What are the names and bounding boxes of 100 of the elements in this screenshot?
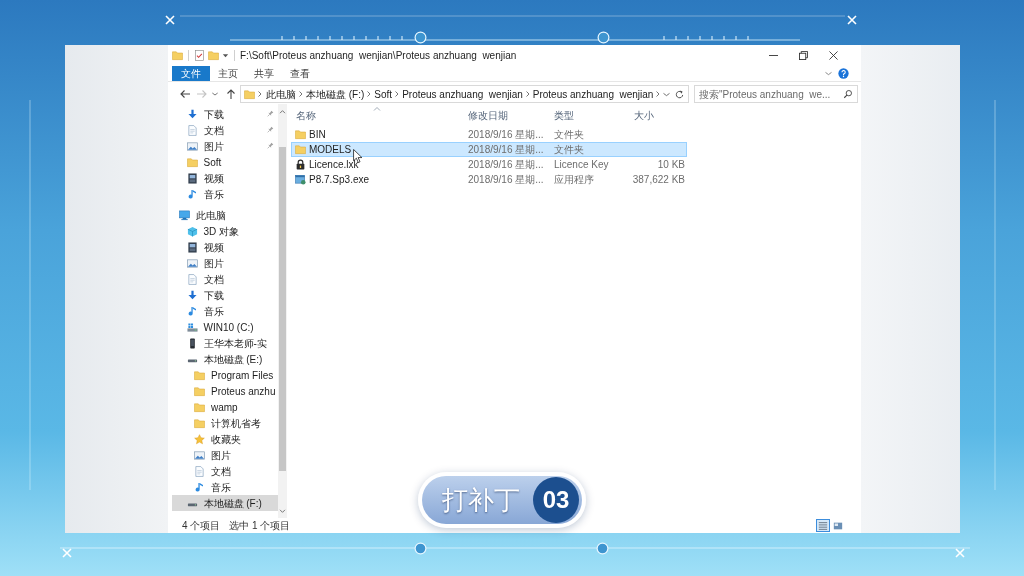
nav-item[interactable]: 下载: [172, 106, 278, 122]
caret-down-icon[interactable]: [222, 52, 229, 59]
column-header[interactable]: 大小: [634, 110, 654, 122]
file-row[interactable]: P8.7.Sp3.exe 2018/9/16 星期... 应用程序 387,622 KB: [291, 172, 687, 187]
nav-item[interactable]: 下载: [172, 287, 278, 303]
up-arrow-icon[interactable]: [225, 88, 237, 100]
file-size: 10 KB: [657, 158, 685, 171]
column-header[interactable]: 修改日期: [468, 110, 508, 122]
breadcrumb[interactable]: 此电脑: [265, 86, 297, 102]
folder-icon: [194, 417, 205, 429]
chevron-right-icon[interactable]: [524, 89, 531, 99]
file-row[interactable]: BIN 2018/9/16 星期... 文件夹: [291, 127, 687, 142]
document-icon: [186, 273, 198, 285]
chevron-right-icon[interactable]: [257, 89, 263, 99]
chevron-right-icon[interactable]: [298, 89, 304, 99]
music-note-icon: [186, 188, 198, 200]
nav-item[interactable]: Proteus anzhu: [172, 383, 278, 399]
music-note-icon: [194, 481, 205, 493]
cube-icon: [186, 225, 198, 237]
list-lines-icon: [818, 520, 828, 531]
nav-item[interactable]: 图片: [172, 138, 278, 154]
nav-item[interactable]: 文档: [172, 463, 278, 479]
selection-count: 选中 1 个项目: [229, 519, 291, 533]
nav-item[interactable]: 王华本老师-实: [172, 335, 278, 351]
ribbon-tab[interactable]: 文件: [172, 66, 210, 81]
restore-icon: [798, 51, 808, 60]
download-arrow-icon: [186, 289, 198, 301]
file-row[interactable]: Licence.lxk 2018/9/16 星期... Licence Key 10 KB: [291, 157, 687, 172]
window-title: F:\Soft\Proteus anzhuang wenjian\Proteus anzhuang wenjian: [240, 49, 517, 63]
properties-icon[interactable]: [194, 50, 205, 61]
chevron-right-icon[interactable]: [655, 89, 662, 99]
nav-item[interactable]: 文档: [172, 122, 278, 138]
music-note-icon: [186, 305, 198, 317]
picture-icon: [833, 520, 843, 531]
chevron-right-icon[interactable]: [366, 89, 373, 99]
scrollbar-track[interactable]: [278, 104, 287, 518]
nav-item[interactable]: 本地磁盘 (F:): [172, 495, 278, 511]
date-modified: 2018/9/16 星期...: [468, 158, 544, 171]
folder-icon: [295, 144, 306, 155]
nav-item[interactable]: WIN10 (C:): [172, 319, 278, 335]
step-number: 03: [533, 477, 579, 523]
cross-mark-icon: [165, 15, 175, 25]
cross-mark-icon: [847, 15, 857, 25]
ribbon-tab[interactable]: 查看: [282, 66, 318, 81]
back-arrow-icon[interactable]: [179, 88, 191, 100]
star-icon: [194, 433, 205, 445]
file-name: Licence.lxk: [309, 158, 359, 171]
search-field[interactable]: 搜索"Proteus anzhuang we...: [694, 85, 858, 103]
nav-item[interactable]: 音乐: [172, 186, 278, 202]
nav-item[interactable]: 音乐: [172, 303, 278, 319]
breadcrumb[interactable]: 本地磁盘 (F:): [305, 86, 366, 102]
caret-down-icon[interactable]: [211, 90, 219, 98]
breadcrumb[interactable]: Proteus anzhuang wenjian: [401, 86, 524, 102]
nav-item[interactable]: 3D 对象: [172, 223, 278, 239]
picture-icon: [186, 140, 198, 152]
ribbon-tab[interactable]: 主页: [210, 66, 246, 81]
file-type: 应用程序: [554, 173, 594, 186]
nav-item[interactable]: 视频: [172, 170, 278, 186]
file-type: 文件夹: [554, 128, 584, 141]
details-view-button[interactable]: [816, 519, 830, 532]
picture-icon: [194, 449, 205, 461]
folder-icon: [194, 385, 205, 397]
chevron-right-icon[interactable]: [394, 89, 401, 99]
refresh-icon[interactable]: [674, 88, 686, 100]
folder-icon: [186, 156, 198, 168]
scrollbar-thumb[interactable]: [279, 147, 286, 471]
nav-item[interactable]: 此电脑: [172, 207, 278, 223]
scroll-up-icon[interactable]: [279, 109, 286, 114]
help-icon[interactable]: [838, 68, 849, 79]
nav-item[interactable]: wamp: [172, 399, 278, 415]
address-bar[interactable]: 此电脑 本地磁盘 (F:) Soft Proteus anzhuang wenjian Proteus anzhuang wenjian: [240, 85, 689, 103]
nav-item[interactable]: 计算机省考: [172, 415, 278, 431]
column-header[interactable]: 名称: [296, 110, 316, 122]
folder-icon: [172, 50, 183, 61]
nav-item[interactable]: 文档: [172, 271, 278, 287]
item-count: 4 个项目: [182, 519, 221, 533]
folder-icon: [244, 88, 255, 100]
nav-item[interactable]: 本地磁盘 (E:): [172, 351, 278, 367]
nav-item[interactable]: Program Files: [172, 367, 278, 383]
file-size: 387,622 KB: [632, 173, 685, 186]
ribbon-tab[interactable]: 共享: [246, 66, 282, 81]
nav-item[interactable]: Soft: [172, 154, 278, 170]
column-header[interactable]: 类型: [554, 110, 574, 122]
nav-item[interactable]: 视频: [172, 239, 278, 255]
search-icon[interactable]: [843, 89, 853, 99]
breadcrumb[interactable]: Soft: [373, 86, 394, 102]
document-icon: [186, 124, 198, 136]
breadcrumb[interactable]: Proteus anzhuang wenjian: [531, 86, 655, 102]
folder-icon: [194, 369, 205, 381]
nav-item[interactable]: 图片: [172, 255, 278, 271]
padlock-icon: [295, 159, 306, 170]
file-name: MODELS: [309, 143, 352, 156]
close-icon: [828, 51, 838, 60]
scroll-down-icon[interactable]: [279, 509, 286, 514]
date-modified: 2018/9/16 星期...: [468, 143, 544, 156]
file-row[interactable]: MODELS 2018/9/16 星期... 文件夹: [291, 142, 687, 157]
cross-mark-icon: [62, 548, 72, 558]
nav-item[interactable]: 音乐: [172, 479, 278, 495]
nav-item[interactable]: 图片: [172, 447, 278, 463]
nav-item[interactable]: 收藏夹: [172, 431, 278, 447]
